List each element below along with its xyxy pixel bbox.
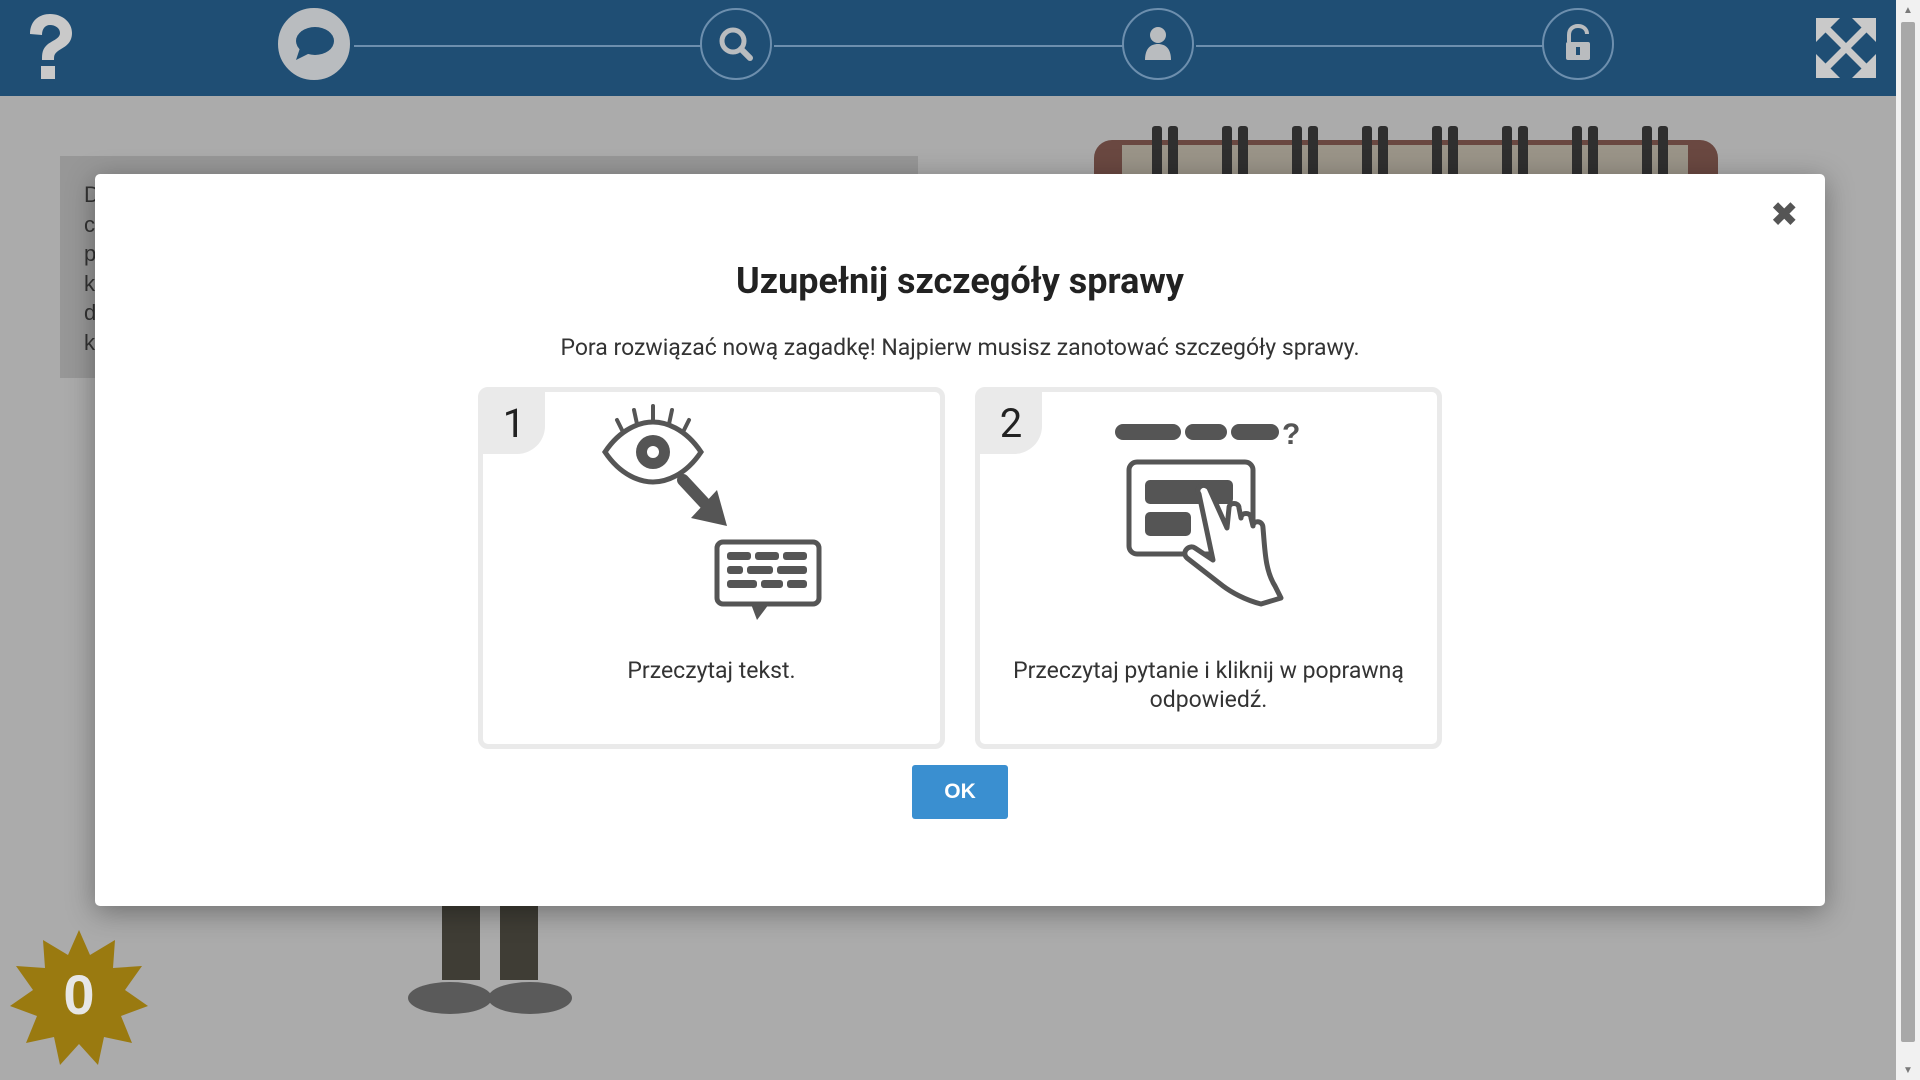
vertical-scrollbar[interactable]: ▲ ▼ <box>1896 0 1920 1080</box>
close-icon[interactable]: ✖ <box>1770 198 1799 232</box>
fullscreen-button[interactable] <box>1816 18 1876 78</box>
step-unlock[interactable] <box>1542 8 1614 80</box>
scroll-up-icon[interactable]: ▲ <box>1896 0 1920 20</box>
scroll-thumb[interactable] <box>1901 22 1915 1042</box>
notebook-ring <box>1448 126 1458 180</box>
card-text: Przeczytaj pytanie i kliknij w poprawną … <box>1013 657 1404 713</box>
instruction-card-2: 2 ? Przeczytaj pytanie i kliknij w popra… <box>975 387 1442 749</box>
progress-line-1 <box>354 45 702 47</box>
instruction-card-1: 1 Przeczytaj tekst. <box>478 387 945 749</box>
notebook-ring <box>1168 126 1178 180</box>
unlocked-padlock-icon <box>1566 24 1590 60</box>
notebook-ring <box>1518 126 1528 180</box>
notebook-ring <box>1502 126 1512 180</box>
person-icon <box>1145 27 1171 60</box>
magnifier-icon <box>719 27 753 61</box>
top-bar <box>0 0 1896 96</box>
notebook-ring <box>1642 126 1652 180</box>
scroll-down-icon[interactable]: ▼ <box>1896 1060 1920 1080</box>
notebook-ring <box>1378 126 1388 180</box>
notebook-ring <box>1292 126 1302 180</box>
instructions-modal: ✖ Uzupełnij szczegóły sprawy Pora rozwią… <box>95 174 1825 906</box>
modal-title: Uzupełnij szczegóły sprawy <box>736 260 1184 302</box>
step-person[interactable] <box>1122 8 1194 80</box>
modal-subtitle: Pora rozwiązać nową zagadkę! Najpierw mu… <box>560 334 1360 361</box>
notebook-ring <box>1658 126 1668 180</box>
notebook-ring <box>1432 126 1442 180</box>
progress-line-3 <box>1196 45 1544 47</box>
notebook-ring <box>1238 126 1248 180</box>
card-number: 1 <box>483 392 545 454</box>
notebook-ring <box>1588 126 1598 180</box>
score-value: 0 <box>63 963 95 1026</box>
step-search[interactable] <box>700 8 772 80</box>
help-button[interactable] <box>22 14 78 80</box>
notebook-ring <box>1572 126 1582 180</box>
speech-bubble-icon <box>296 27 334 60</box>
hand-tapping-answer-icon: ? <box>1115 418 1300 607</box>
notebook-ring <box>1222 126 1232 180</box>
notebook-ring <box>1362 126 1372 180</box>
notebook-ring <box>1308 126 1318 180</box>
ok-button[interactable]: OK <box>912 765 1008 819</box>
step-speech[interactable] <box>278 8 350 80</box>
question-mark-icon <box>30 14 72 79</box>
card-number: 2 <box>980 392 1042 454</box>
progress-line-2 <box>774 45 1124 47</box>
card-text: Przeczytaj tekst. <box>627 657 796 684</box>
eye-to-keyboard-icon <box>601 404 822 620</box>
notebook-ring <box>1152 126 1162 180</box>
svg-text:?: ? <box>1282 418 1300 451</box>
expand-arrows-icon <box>1816 18 1876 78</box>
